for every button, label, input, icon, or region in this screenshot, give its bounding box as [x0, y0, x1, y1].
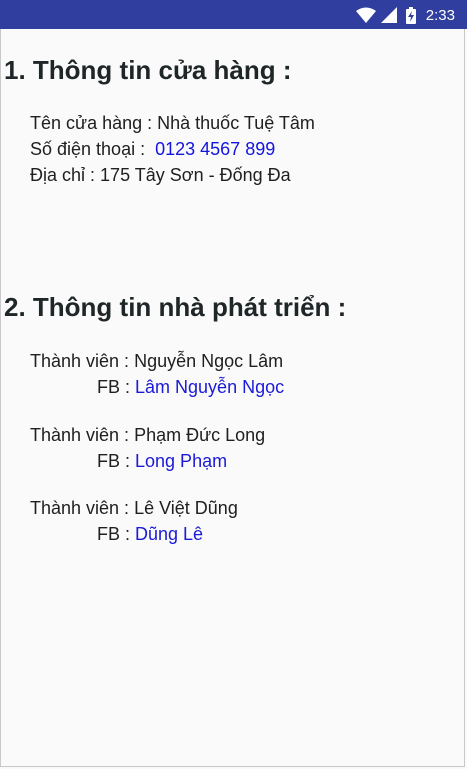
wifi-icon: [355, 7, 376, 23]
member-row: Thành viên : Phạm Đức Long: [30, 425, 265, 446]
status-bar: 2:33: [0, 0, 467, 29]
member-row: Thành viên : Lê Việt Dũng: [30, 498, 238, 519]
status-clock: 2:33: [425, 6, 455, 24]
fb-label: FB :: [96, 451, 130, 471]
member-fb-link[interactable]: Long Phạm: [135, 451, 227, 471]
member-fb-row: FB : Long Phạm: [30, 451, 227, 472]
store-address-row: Địa chỉ : 175 Tây Sơn - Đống Đa: [30, 165, 291, 186]
signal-icon: [380, 7, 397, 23]
store-info-heading: 1. Thông tin cửa hàng :: [4, 55, 292, 85]
store-address-value: 175 Tây Sơn - Đống Đa: [100, 165, 291, 185]
member-fb-row: FB : Lâm Nguyễn Ngọc: [30, 377, 284, 398]
member-name: Nguyễn Ngọc Lâm: [134, 351, 284, 371]
fb-label: FB :: [96, 377, 130, 397]
member-label: Thành viên :: [30, 351, 130, 371]
status-icons: 2:33: [355, 4, 455, 26]
fb-label: FB :: [96, 524, 130, 544]
member-fb-link[interactable]: Lâm Nguyễn Ngọc: [135, 377, 284, 397]
member-fb-row: FB : Dũng Lê: [30, 524, 203, 545]
member-label: Thành viên :: [30, 425, 130, 445]
member-label: Thành viên :: [30, 498, 130, 518]
store-name-value: Nhà thuốc Tuệ Tâm: [157, 113, 315, 133]
store-phone-link[interactable]: 0123 4567 899: [155, 139, 275, 159]
store-name-label: Tên cửa hàng :: [30, 113, 153, 133]
store-phone-label: Số điện thoại :: [30, 139, 146, 159]
store-phone-row: Số điện thoại : 0123 4567 899: [30, 139, 275, 160]
store-name-row: Tên cửa hàng : Nhà thuốc Tuệ Tâm: [30, 113, 315, 134]
member-fb-link[interactable]: Dũng Lê: [135, 524, 203, 544]
member-row: Thành viên : Nguyễn Ngọc Lâm: [30, 351, 283, 372]
store-address-label: Địa chỉ :: [30, 165, 96, 185]
member-name: Lê Việt Dũng: [134, 498, 238, 518]
member-name: Phạm Đức Long: [134, 425, 266, 445]
developer-info-heading: 2. Thông tin nhà phát triển :: [4, 292, 347, 322]
battery-charging-icon: [405, 6, 416, 24]
